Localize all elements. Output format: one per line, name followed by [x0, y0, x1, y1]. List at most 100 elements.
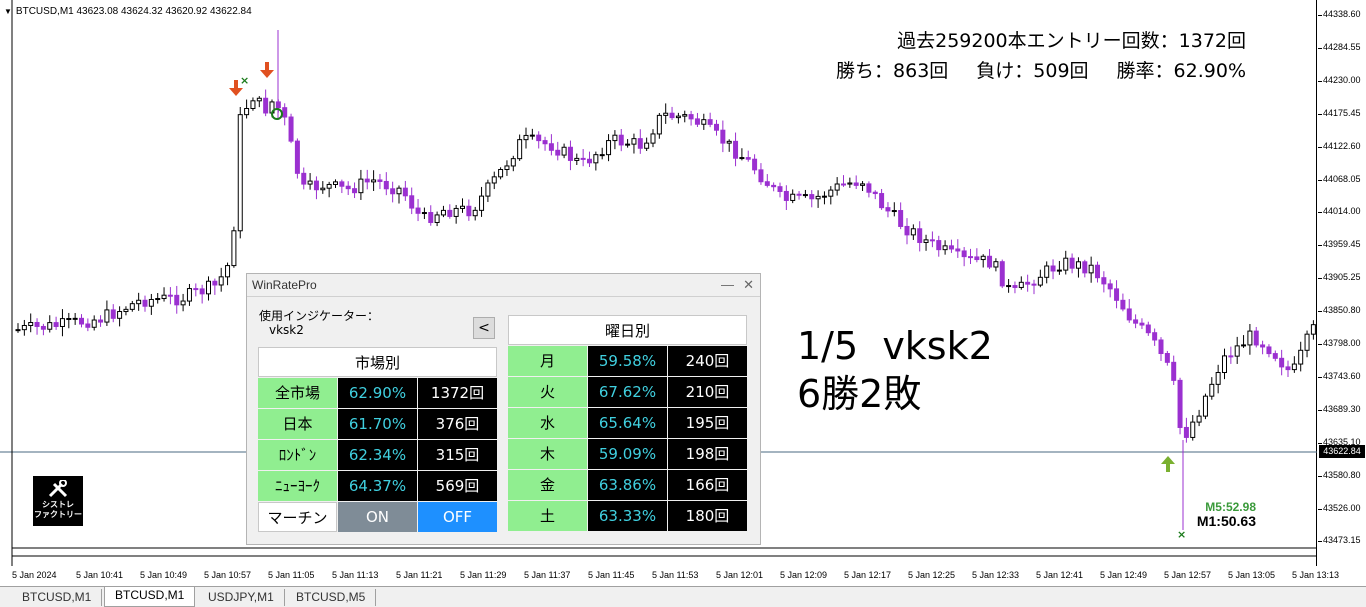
- weekday-row-label[interactable]: 火: [508, 377, 587, 407]
- winratepro-panel[interactable]: WinRatePro — ✕ 使用インジケーター： vksk2 < 市場別 全市…: [246, 273, 761, 545]
- price-tick: [1318, 311, 1322, 313]
- candle-body: [891, 210, 897, 213]
- candle-body: [834, 183, 840, 191]
- candle-body: [904, 225, 910, 236]
- candle-body: [1075, 261, 1081, 269]
- buy-arrow-icon: [1161, 456, 1175, 472]
- candle-body: [968, 256, 973, 259]
- candle-body: [574, 157, 580, 161]
- chart-tab[interactable]: BTCUSD,M1: [12, 589, 103, 606]
- weekday-header[interactable]: 曜日別: [508, 315, 747, 345]
- candle-body: [282, 107, 288, 118]
- candle-body: [301, 172, 307, 185]
- candle-body: [390, 188, 396, 195]
- candle-body: [675, 115, 681, 119]
- market-row-pct: 61.70%: [338, 409, 417, 439]
- chart-tab[interactable]: BTCUSD,M5: [286, 589, 377, 606]
- candle-body: [885, 207, 891, 212]
- price-label: 44068.05: [1323, 173, 1361, 184]
- dropdown-triangle-icon[interactable]: ▼: [4, 7, 12, 16]
- chart-tab[interactable]: BTCUSD,M1: [104, 587, 196, 607]
- market-row-label[interactable]: ﾛﾝﾄﾞﾝ: [258, 440, 337, 470]
- candle-body: [1279, 357, 1285, 368]
- minimize-icon[interactable]: —: [721, 274, 734, 296]
- weekday-row-count: 166回: [668, 470, 747, 500]
- loss-cross-icon: ×: [240, 74, 249, 87]
- weekday-row-label[interactable]: 水: [508, 408, 587, 438]
- martin-label: マーチン: [258, 502, 337, 532]
- candle-body: [828, 189, 834, 197]
- panel-title: WinRatePro: [252, 278, 317, 292]
- candle-body: [485, 182, 491, 197]
- candle-body: [110, 309, 116, 319]
- market-row-label[interactable]: ﾆｭｰﾖｰｸ: [258, 471, 337, 501]
- chart-tab[interactable]: USDJPY,M1: [198, 589, 285, 606]
- indicator-name: vksk2: [269, 323, 304, 337]
- overlay-annotation: 1/5 vksk2 6勝2敗: [797, 322, 993, 418]
- price-label: 44284.55: [1323, 41, 1361, 52]
- time-label: 5 Jan 11:29: [460, 570, 507, 580]
- market-row-label[interactable]: 全市場: [258, 378, 337, 408]
- candle-body: [948, 245, 954, 250]
- weekday-row-label[interactable]: 月: [508, 346, 587, 376]
- market-header[interactable]: 市場別: [258, 347, 497, 377]
- time-axis[interactable]: 5 Jan 2024 5 Jan 10:41 5 Jan 10:49 5 Jan 10…: [0, 566, 1339, 586]
- overlay-line-2: 6勝2敗: [797, 372, 922, 416]
- timer-m1: M1:50.63: [1196, 513, 1256, 529]
- candle-body: [1082, 261, 1088, 274]
- candle-body: [529, 134, 535, 137]
- close-icon[interactable]: ✕: [743, 274, 754, 296]
- weekday-row-pct: 59.09%: [588, 439, 667, 469]
- candle-body: [936, 240, 942, 251]
- candle-body: [256, 97, 262, 102]
- candle-body: [796, 193, 802, 196]
- candle-body: [860, 183, 866, 186]
- candle-body: [1126, 308, 1132, 321]
- price-axis[interactable]: 43622.84 44338.60 44284.55 44230.00 44175.4…: [1318, 0, 1366, 566]
- candle-body: [167, 294, 173, 297]
- time-label: 5 Jan 12:57: [1164, 570, 1212, 580]
- martin-off-button[interactable]: OFF: [418, 502, 497, 532]
- candle-body: [180, 300, 186, 306]
- collapse-button[interactable]: <: [473, 317, 495, 339]
- weekday-row-pct: 67.62%: [588, 377, 667, 407]
- panel-titlebar[interactable]: WinRatePro — ✕: [247, 274, 760, 297]
- candle-body: [733, 140, 739, 159]
- candle-body: [1152, 332, 1158, 341]
- symbol-ohlc: BTCUSD,M1 43623.08 43624.32 43620.92 436…: [15, 6, 252, 17]
- candle-body: [1063, 257, 1069, 271]
- indicator-label: 使用インジケーター：: [259, 309, 380, 323]
- candle-body: [593, 154, 599, 164]
- candle-body: [669, 112, 675, 119]
- candle-body: [104, 309, 110, 323]
- stats-losses: 負け：509回: [976, 60, 1089, 82]
- weekday-row-pct: 63.86%: [588, 470, 667, 500]
- price-label: 44338.60: [1323, 9, 1361, 19]
- candle-body: [148, 298, 154, 307]
- candle-body: [352, 188, 358, 194]
- candle-body: [1133, 319, 1139, 324]
- candle-body: [479, 195, 485, 211]
- candle-body: [536, 134, 542, 142]
- martin-on-button[interactable]: ON: [338, 502, 417, 532]
- time-label: 5 Jan 11:21: [396, 570, 443, 580]
- candle-body: [193, 288, 199, 291]
- candle-body: [682, 114, 688, 117]
- candle-body: [1310, 324, 1316, 335]
- weekday-row-label[interactable]: 金: [508, 470, 587, 500]
- candle-body: [809, 194, 815, 200]
- price-label: 43798.00: [1323, 338, 1361, 348]
- candle-body: [263, 97, 269, 114]
- candle-body: [726, 140, 732, 144]
- weekday-row-label[interactable]: 土: [508, 501, 587, 531]
- time-label: 5 Jan 11:13: [332, 570, 379, 580]
- time-label: 5 Jan 12:09: [780, 570, 828, 580]
- candle-body: [1190, 421, 1196, 438]
- candle-body: [1012, 285, 1018, 288]
- market-row-label[interactable]: 日本: [258, 409, 337, 439]
- candle-body: [66, 318, 72, 321]
- candle-body: [1145, 324, 1151, 334]
- candle-body: [498, 168, 504, 178]
- weekday-row-label[interactable]: 木: [508, 439, 587, 469]
- candle-body: [1120, 299, 1126, 310]
